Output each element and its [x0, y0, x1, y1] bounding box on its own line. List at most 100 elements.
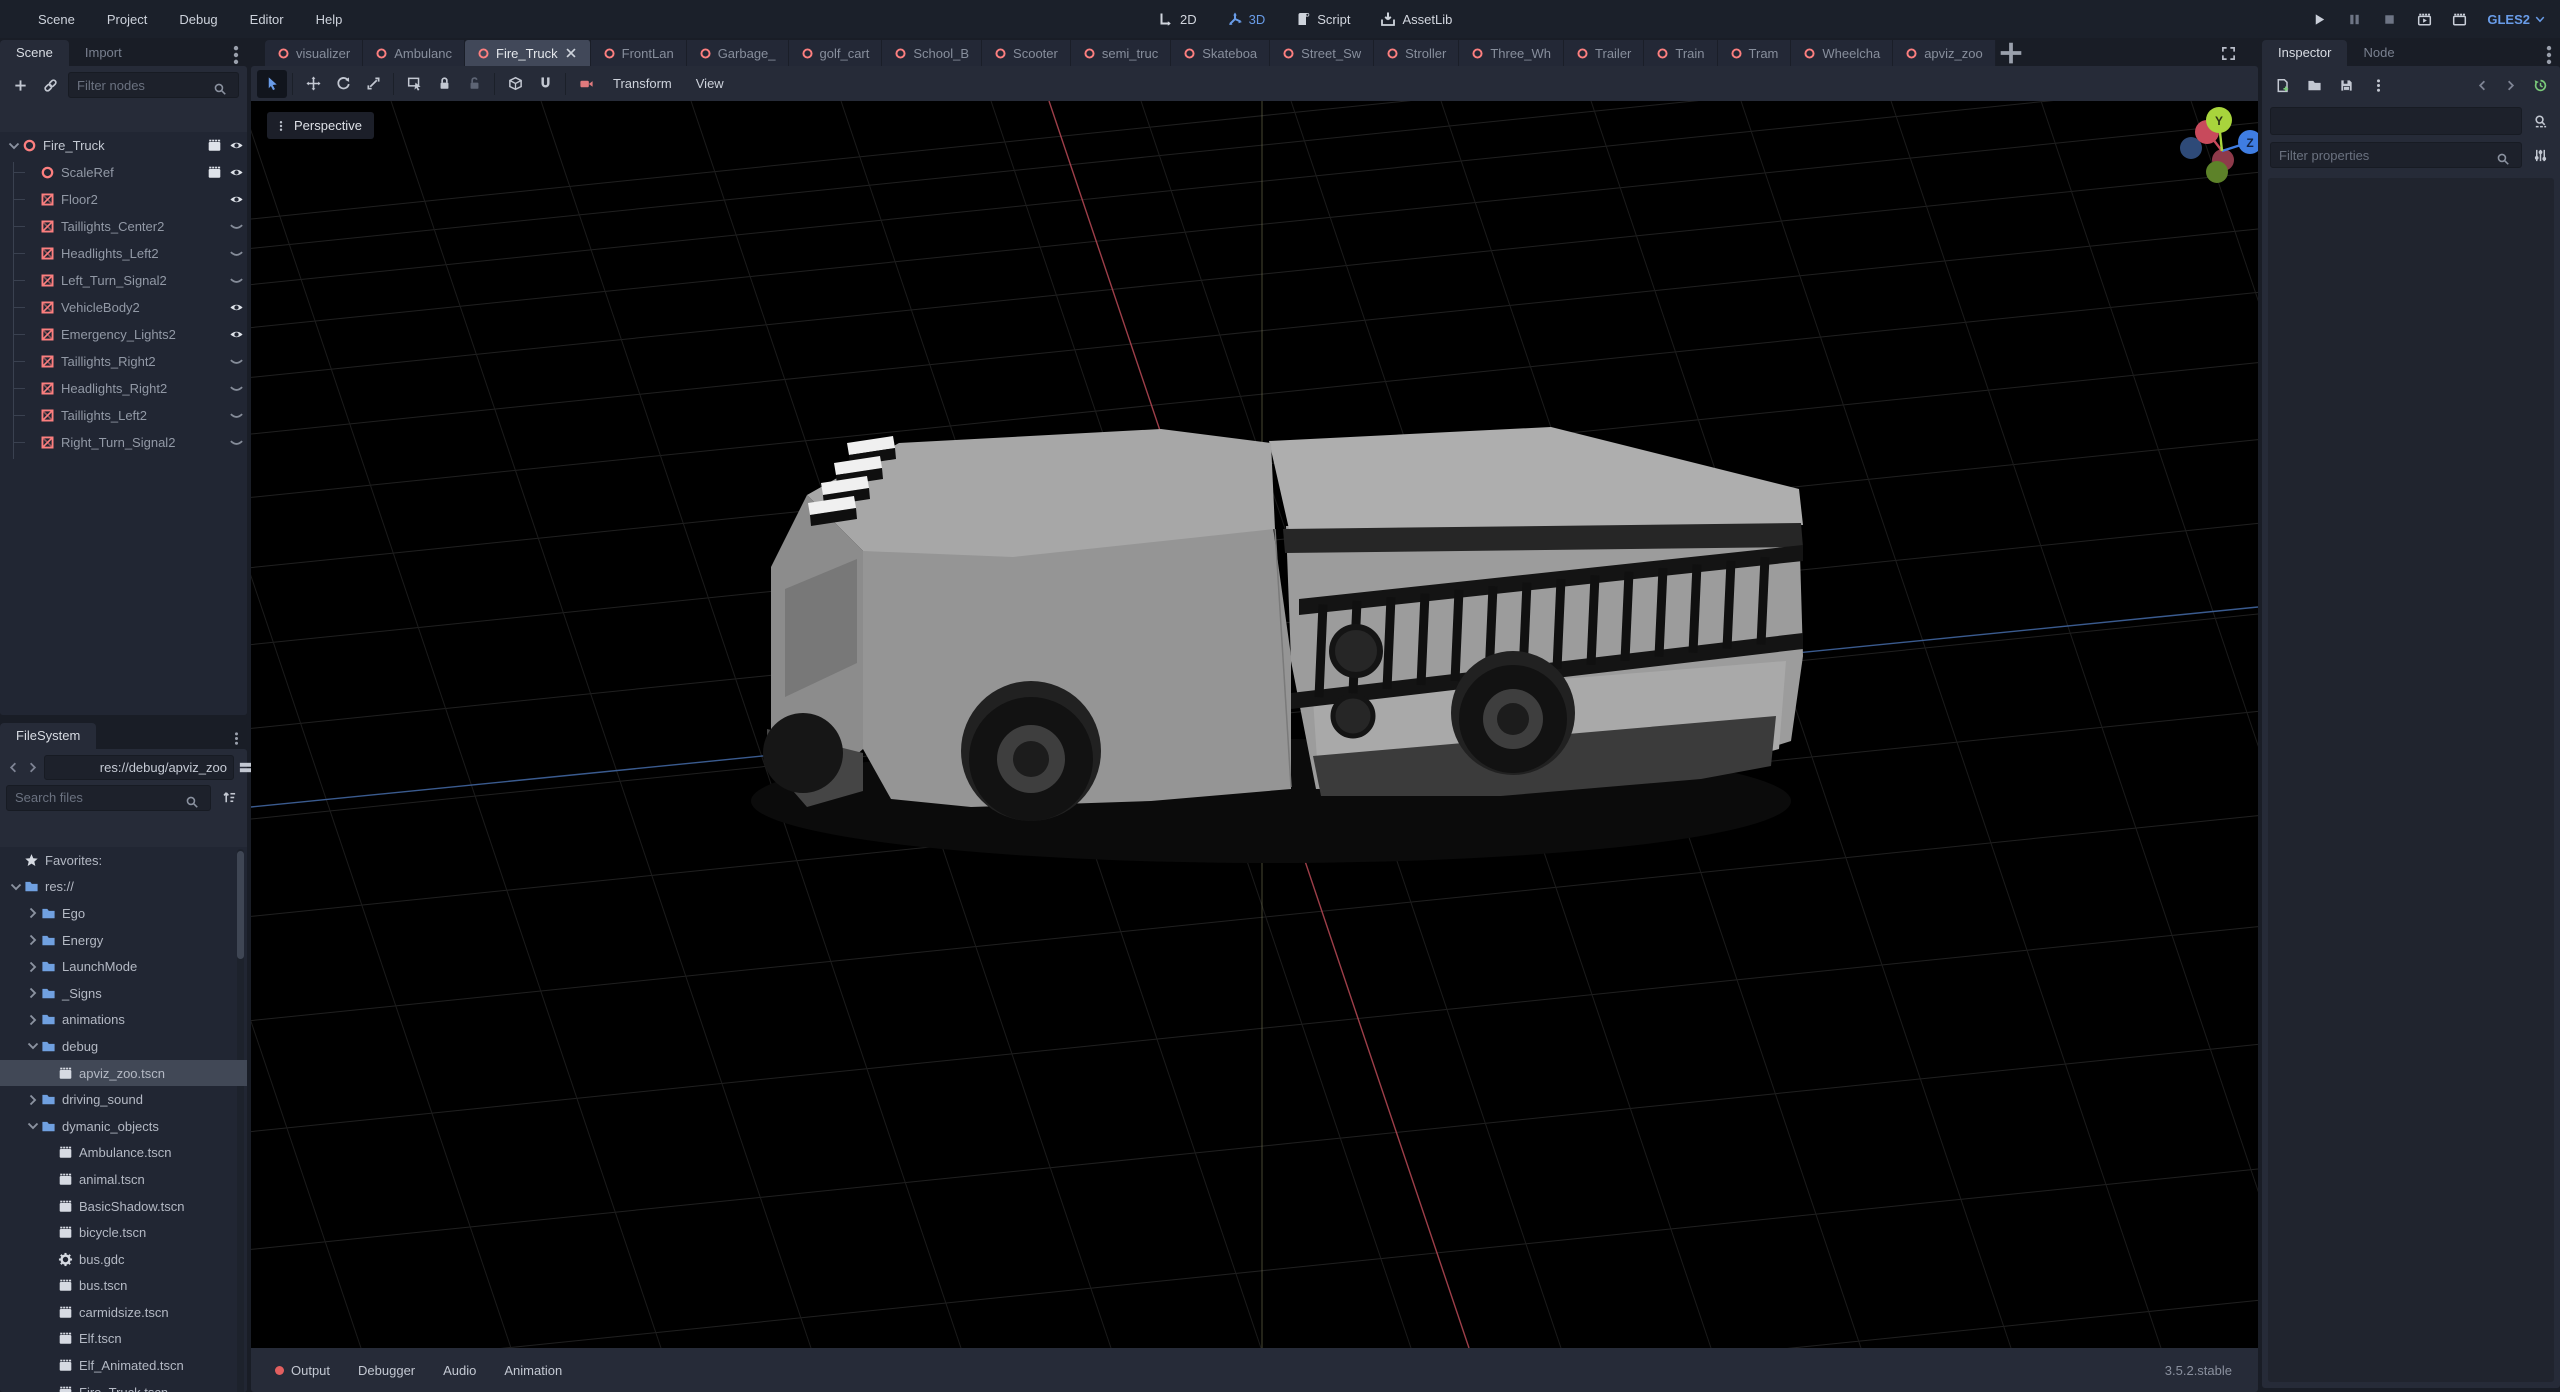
inspector-dock-menu-icon[interactable]: [2538, 44, 2560, 66]
scene-tab-garbage_[interactable]: Garbage_: [686, 40, 789, 66]
bottom-panel-audio[interactable]: Audio: [429, 1357, 490, 1384]
visibility-toggle-eye-closed[interactable]: [225, 216, 247, 238]
scene-tab-school_b[interactable]: School_B: [882, 40, 983, 66]
object-history-button[interactable]: [2528, 73, 2552, 97]
scene-tab-train[interactable]: Train: [1644, 40, 1718, 66]
bottom-panel-animation[interactable]: Animation: [490, 1357, 576, 1384]
list-select-tool[interactable]: [399, 70, 429, 98]
viewport-menu-transform[interactable]: Transform: [601, 71, 684, 96]
fs-item-ego[interactable]: Ego: [0, 900, 247, 927]
scene-node-emergency_lights2[interactable]: Emergency_Lights2: [0, 321, 247, 348]
mode-button-assetlib[interactable]: AssetLib: [1372, 7, 1460, 31]
menu-debug[interactable]: Debug: [167, 7, 229, 32]
fs-item-bicycle.tscn[interactable]: bicycle.tscn: [0, 1219, 247, 1246]
scene-node-taillights_right2[interactable]: Taillights_Right2: [0, 348, 247, 375]
fs-item-energy[interactable]: Energy: [0, 927, 247, 954]
fs-item-basicshadow.tscn[interactable]: BasicShadow.tscn: [0, 1193, 247, 1220]
pause-button[interactable]: [2341, 6, 2367, 32]
scene-tab-street_sw[interactable]: Street_Sw: [1270, 40, 1375, 66]
bottom-panel-output[interactable]: Output: [261, 1357, 344, 1384]
fs-item-apviz_zoo.tscn[interactable]: apviz_zoo.tscn: [0, 1059, 247, 1087]
history-forward-button[interactable]: [2500, 74, 2520, 96]
visibility-toggle-eye-open[interactable]: [225, 135, 247, 157]
scene-tab-wheelcha[interactable]: Wheelcha: [1791, 40, 1894, 66]
expander-right-icon[interactable]: [25, 905, 41, 921]
menu-project[interactable]: Project: [95, 7, 159, 32]
bottom-panel-debugger[interactable]: Debugger: [344, 1357, 429, 1384]
viewport-menu-view[interactable]: View: [684, 71, 736, 96]
expander-down-icon[interactable]: [25, 1118, 41, 1134]
history-forward-button[interactable]: [25, 756, 40, 778]
menu-editor[interactable]: Editor: [238, 7, 296, 32]
scene-tab-fire_truck[interactable]: Fire_Truck: [465, 40, 591, 66]
scene-tab-three_wh[interactable]: Three_Wh: [1459, 40, 1565, 66]
visibility-toggle-eye-closed[interactable]: [225, 243, 247, 265]
fs-item-carmidsize.tscn[interactable]: carmidsize.tscn: [0, 1299, 247, 1326]
camera-preview-toggle[interactable]: [571, 70, 601, 98]
visibility-toggle-eye-closed[interactable]: [225, 405, 247, 427]
fs-item-_signs[interactable]: _Signs: [0, 980, 247, 1007]
mode-button-2d[interactable]: 2D: [1150, 7, 1205, 31]
viewport-canvas[interactable]: Y Z Perspective: [251, 101, 2258, 1348]
property-tools-icon[interactable]: [2528, 143, 2552, 167]
scene-tab-skateboa[interactable]: Skateboa: [1171, 40, 1271, 66]
scene-node-left_turn_signal2[interactable]: Left_Turn_Signal2: [0, 267, 247, 294]
scale-tool[interactable]: [358, 70, 388, 98]
open-instanced-scene-button[interactable]: [203, 135, 225, 157]
rotate-tool[interactable]: [328, 70, 358, 98]
fs-item-elf_animated.tscn[interactable]: Elf_Animated.tscn: [0, 1352, 247, 1379]
distraction-free-mode-icon[interactable]: [2216, 41, 2240, 65]
fs-item-bus.tscn[interactable]: bus.tscn: [0, 1273, 247, 1300]
play-button[interactable]: [2306, 6, 2332, 32]
axis-gizmo[interactable]: Y Z: [2180, 107, 2258, 183]
fs-item-dymanic_objects[interactable]: dymanic_objects: [0, 1113, 247, 1140]
expander-right-icon[interactable]: [25, 959, 41, 975]
instance-scene-button[interactable]: [38, 73, 62, 97]
move-tool[interactable]: [298, 70, 328, 98]
fs-item-debug[interactable]: debug: [0, 1033, 247, 1060]
visibility-toggle-eye-closed[interactable]: [225, 378, 247, 400]
history-back-button[interactable]: [6, 756, 21, 778]
expander-right-icon[interactable]: [25, 1012, 41, 1028]
inspector-dock-tab-node[interactable]: Node: [2347, 40, 2410, 66]
scene-node-taillights_center2[interactable]: Taillights_Center2: [0, 213, 247, 240]
menu-help[interactable]: Help: [304, 7, 355, 32]
sort-files-button[interactable]: [217, 786, 241, 810]
expander-down-icon[interactable]: [6, 138, 22, 154]
new-scene-tab-button[interactable]: [1996, 40, 2026, 66]
scene-tab-golf_cart[interactable]: golf_cart: [788, 40, 883, 66]
load-resource-button[interactable]: [2302, 73, 2326, 97]
history-back-button[interactable]: [2472, 74, 2492, 96]
visibility-toggle-eye-closed[interactable]: [225, 432, 247, 454]
scene-tab-semi_truc[interactable]: semi_truc: [1070, 40, 1172, 66]
visibility-toggle-eye-open[interactable]: [225, 189, 247, 211]
fs-item-fire_truck.tscn[interactable]: Fire_Truck.tscn: [0, 1379, 247, 1392]
scene-tab-tram[interactable]: Tram: [1717, 40, 1792, 66]
renderer-dropdown[interactable]: GLES2: [2481, 12, 2546, 27]
scene-node-right_turn_signal2[interactable]: Right_Turn_Signal2: [0, 429, 247, 456]
visibility-toggle-eye-open[interactable]: [225, 162, 247, 184]
scene-dock-tab-import[interactable]: Import: [69, 40, 138, 66]
play-scene-button[interactable]: [2411, 6, 2437, 32]
group-selected-button[interactable]: [500, 70, 530, 98]
fs-item-res[interactable]: res://: [0, 874, 247, 901]
visibility-toggle-eye-closed[interactable]: [225, 270, 247, 292]
scene-dock-tab-scene[interactable]: Scene: [0, 40, 69, 66]
mode-button-script[interactable]: Script: [1287, 7, 1358, 31]
lock-selected-button[interactable]: [429, 70, 459, 98]
fs-item-launchmode[interactable]: LaunchMode: [0, 953, 247, 980]
filter-properties-input[interactable]: [2270, 142, 2522, 168]
expander-right-icon[interactable]: [25, 985, 41, 1001]
scene-tab-stroller[interactable]: Stroller: [1374, 40, 1460, 66]
close-tab-icon[interactable]: [564, 46, 578, 60]
scene-tab-scooter[interactable]: Scooter: [982, 40, 1071, 66]
open-docs-icon[interactable]: [2528, 109, 2552, 133]
current-path-field[interactable]: [44, 754, 234, 780]
scene-node-scaleref[interactable]: ScaleRef: [0, 159, 247, 186]
scene-node-fire_truck[interactable]: Fire_Truck: [0, 132, 247, 159]
save-resource-button[interactable]: [2334, 73, 2358, 97]
expander-right-icon[interactable]: [25, 932, 41, 948]
visibility-toggle-eye-open[interactable]: [225, 324, 247, 346]
fs-item-animations[interactable]: animations: [0, 1007, 247, 1034]
menu-scene[interactable]: Scene: [26, 7, 87, 32]
